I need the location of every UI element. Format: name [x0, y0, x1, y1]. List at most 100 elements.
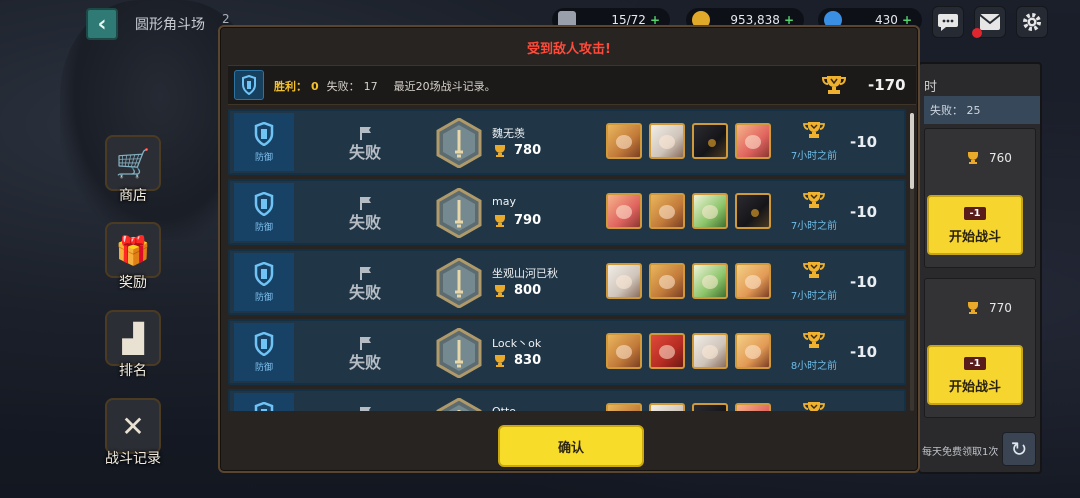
battle-record-row[interactable]: 防御 失败 坐观山河已秋 800 7小时之前 -10 [228, 249, 906, 315]
sidebar-item-shop[interactable]: 🛒 商店 [100, 135, 166, 205]
trophy-icon [968, 152, 978, 164]
free-refresh-text: 每天免费领取1次 [922, 447, 999, 458]
defeat-flag-icon [340, 405, 390, 411]
shield-icon [254, 261, 274, 286]
start-battle-label: 开始战斗 [948, 230, 1001, 245]
opponent-score: 830 [492, 353, 541, 368]
confirm-button[interactable]: 确认 [498, 425, 644, 467]
shield-icon [254, 331, 274, 356]
defense-badge: 防御 [234, 113, 294, 171]
podium-icon: ▟ [105, 310, 161, 366]
scrollbar-thumb[interactable] [910, 113, 914, 189]
screen-badge: 2 [222, 12, 230, 26]
battle-time [784, 401, 844, 411]
hero-portrait [692, 333, 728, 369]
settings-button[interactable] [1016, 6, 1048, 38]
defense-shield-icon [234, 70, 264, 100]
role-label: 防御 [254, 152, 273, 163]
hero-portrait [649, 263, 685, 299]
start-battle-button[interactable]: -1 开始战斗 [927, 345, 1023, 405]
start-battle-button[interactable]: -1 开始战斗 [927, 195, 1023, 255]
opponent-panel: 时 失败： 25 760 -1 开始战斗 770 -1 开始战斗 [918, 62, 1042, 474]
back-button[interactable]: ‹ [86, 8, 118, 40]
defense-badge: 防御 [234, 323, 294, 381]
ticket-cost: -1 [964, 357, 986, 370]
role-label: 防御 [254, 222, 273, 233]
trophy-icon [495, 354, 505, 367]
defeat-flag-icon [340, 265, 390, 280]
role-label: 防御 [254, 292, 273, 303]
loss-label: 失败： [326, 80, 360, 93]
opponent-loss-bar: 失败： 25 [924, 96, 1040, 124]
chat-icon [938, 14, 958, 31]
rank-badge-icon [436, 327, 482, 382]
defeat-flag-icon [340, 125, 390, 140]
opponent-name: 魏无羡 [492, 127, 525, 140]
hero-portrait [692, 263, 728, 299]
mail-notification-dot [972, 28, 982, 38]
trophy-icon [803, 332, 825, 348]
mail-icon [979, 14, 1001, 30]
hero-portrait [606, 333, 642, 369]
time-ago: 7小时之前 [790, 151, 838, 162]
trophy-icon [968, 302, 978, 314]
battle-log-icon: ✕ [105, 398, 161, 454]
sidebar-item-label: 战斗记录 [105, 451, 161, 467]
battle-result: 失败 [340, 335, 390, 373]
gift-icon: 🎁 [105, 222, 161, 278]
opponent-team [606, 333, 771, 369]
battle-result: 失败 [340, 405, 390, 411]
total-score-change: -170 [868, 76, 906, 94]
ticket-cost: -1 [964, 207, 986, 220]
battle-result: 失败 [340, 125, 390, 163]
chat-button[interactable] [932, 6, 964, 38]
shield-icon [254, 121, 274, 146]
opponent-panel-header: 时 [924, 80, 938, 95]
opponent-score-value: 780 [514, 143, 542, 158]
sidebar-item-ranking[interactable]: ▟ 排名 [100, 310, 166, 380]
time-ago: 7小时之前 [790, 221, 838, 232]
sidebar-item-label: 排名 [119, 363, 147, 379]
sidebar-item-battle-log[interactable]: ✕ 战斗记录 [100, 398, 166, 468]
battle-result: 失败 [340, 265, 390, 303]
defense-badge: 防御 [234, 253, 294, 311]
sidebar-item-label: 商店 [119, 188, 147, 204]
hero-portrait [692, 403, 728, 411]
hero-portrait [649, 123, 685, 159]
opponent-score: 760 [965, 151, 1012, 165]
battle-time: 8小时之前 [784, 331, 844, 372]
time-ago: 7小时之前 [790, 291, 838, 302]
refresh-button[interactable]: ↻ [1002, 432, 1036, 466]
opponent-score-value: 800 [514, 283, 542, 298]
battle-record-list[interactable]: 防御 失败 魏无羡 780 7小时之前 -10 防御 失败 may 790 7小… [228, 109, 908, 411]
hero-portrait [735, 333, 771, 369]
battle-result: 失败 [340, 195, 390, 233]
list-scrollbar[interactable] [910, 113, 914, 411]
opponent-card: 760 -1 开始战斗 [924, 128, 1036, 268]
battle-time: 7小时之前 [784, 121, 844, 162]
trophy-icon [495, 284, 505, 297]
score-change: -10 [850, 343, 878, 361]
loss-label: 失败： [930, 104, 963, 117]
opponent-score-value: 790 [514, 213, 542, 228]
battle-record-row[interactable]: 防御 失败 may 790 7小时之前 -10 [228, 179, 906, 245]
opponent-score-value: 830 [514, 353, 542, 368]
start-battle-label: 开始战斗 [948, 380, 1001, 395]
opponent-score: 770 [965, 301, 1012, 315]
summary-text: 胜利： 0 失败： 17 最近20场战斗记录。 [274, 78, 496, 94]
result-label: 失败 [348, 143, 381, 162]
hero-portrait [649, 193, 685, 229]
trophy-icon [803, 122, 825, 138]
hero-portrait [735, 123, 771, 159]
opponent-name: 坐观山河已秋 [492, 267, 558, 280]
result-label: 失败 [348, 213, 381, 232]
result-label: 失败 [348, 283, 381, 302]
battle-time: 7小时之前 [784, 261, 844, 302]
record-summary-bar: 胜利： 0 失败： 17 最近20场战斗记录。 -170 [228, 65, 916, 105]
battle-record-row[interactable]: 防御 失败 Lock丶ok 830 8小时之前 -10 [228, 319, 906, 385]
opponent-team [606, 263, 771, 299]
opponent-card: 770 -1 开始战斗 [924, 278, 1036, 418]
battle-record-row[interactable]: 防御 失败 魏无羡 780 7小时之前 -10 [228, 109, 906, 175]
sidebar-item-rewards[interactable]: 🎁 奖励 [100, 222, 166, 292]
battle-record-row[interactable]: 防御 失败 Otto [228, 389, 906, 411]
